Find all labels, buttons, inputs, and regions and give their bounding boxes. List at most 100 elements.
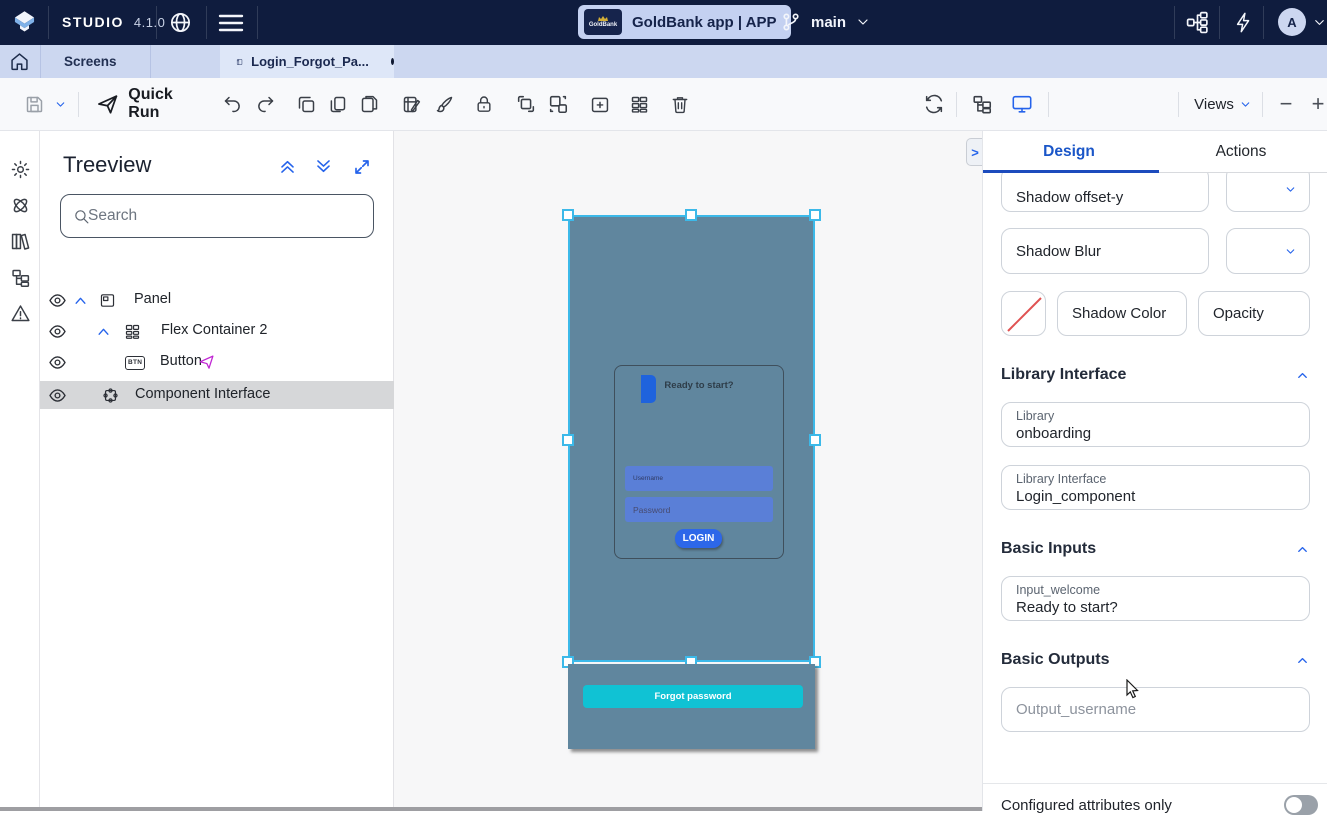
settings-gear-icon[interactable] bbox=[10, 159, 31, 180]
page-icon bbox=[236, 54, 243, 70]
design-canvas[interactable]: Ready to start? Username Password LOGIN … bbox=[394, 131, 982, 811]
ungroup-button[interactable] bbox=[544, 78, 571, 130]
collapse-chevron-icon[interactable] bbox=[74, 295, 87, 306]
tree-item-button[interactable]: BTN Button bbox=[40, 349, 394, 376]
username-input[interactable]: Username bbox=[625, 466, 773, 491]
library-interface-field[interactable]: Library Interface Login_component bbox=[1001, 465, 1310, 510]
sitemap-icon[interactable] bbox=[1185, 10, 1210, 35]
flex-container-icon bbox=[124, 323, 141, 340]
lock-button[interactable] bbox=[471, 78, 497, 130]
panel-icon bbox=[99, 292, 116, 309]
selection-handle[interactable] bbox=[562, 209, 574, 221]
section-chevron-up-icon[interactable] bbox=[1295, 368, 1310, 383]
shadow-blur-field[interactable]: Shadow Blur bbox=[1001, 228, 1209, 274]
forgot-password-panel[interactable]: Forgot password bbox=[568, 664, 815, 749]
paint-brush-button[interactable] bbox=[431, 78, 457, 130]
save-options-chevron-icon[interactable] bbox=[50, 78, 70, 130]
section-chevron-up-icon[interactable] bbox=[1295, 542, 1310, 557]
studio-logo-icon[interactable] bbox=[11, 9, 38, 36]
warnings-icon[interactable] bbox=[10, 303, 31, 324]
login-card[interactable]: Ready to start? Username Password LOGIN bbox=[614, 365, 784, 559]
visibility-eye-icon[interactable] bbox=[48, 353, 67, 372]
app-switcher-pill[interactable]: GoldBank GoldBank app | APP bbox=[578, 5, 791, 39]
home-icon[interactable] bbox=[9, 51, 30, 72]
hierarchy-icon[interactable] bbox=[10, 267, 31, 288]
visibility-eye-icon[interactable] bbox=[48, 322, 67, 341]
components-grid-button[interactable] bbox=[626, 78, 653, 130]
goldbank-logo-text: GoldBank bbox=[589, 22, 617, 28]
search-input[interactable] bbox=[86, 206, 363, 226]
bolt-icon[interactable] bbox=[1233, 10, 1255, 35]
shadow-color-swatch-empty[interactable] bbox=[1001, 291, 1046, 336]
main-menu-icon[interactable] bbox=[218, 13, 244, 33]
globe-icon[interactable] bbox=[169, 11, 192, 34]
component-interface-icon bbox=[102, 387, 119, 404]
visibility-eye-icon[interactable] bbox=[48, 291, 67, 310]
account-menu[interactable]: A bbox=[1278, 8, 1327, 36]
undo-button[interactable] bbox=[219, 78, 245, 130]
tab-actions[interactable]: Actions bbox=[1155, 131, 1327, 173]
brand-name: STUDIO bbox=[62, 14, 124, 30]
inspector-panel: Shadow offset-y Shadow Blur Shadow Color… bbox=[982, 131, 1327, 811]
section-basic-outputs[interactable]: Basic Outputs bbox=[1001, 651, 1310, 669]
opacity-field[interactable]: Opacity bbox=[1198, 291, 1310, 336]
library-books-icon[interactable] bbox=[9, 231, 31, 252]
views-dropdown[interactable]: Views bbox=[1190, 78, 1256, 130]
configured-attributes-toggle[interactable] bbox=[1284, 795, 1318, 815]
tree-item-component-interface[interactable]: Component Interface bbox=[40, 381, 394, 409]
treeview-panel: Treeview Panel Flex Cont bbox=[40, 131, 394, 811]
section-chevron-up-icon[interactable] bbox=[1295, 653, 1310, 668]
add-folder-button[interactable] bbox=[586, 78, 613, 130]
shadow-offset-y-field[interactable]: Shadow offset-y bbox=[1001, 167, 1209, 212]
group-button[interactable] bbox=[512, 78, 539, 130]
section-library-interface[interactable]: Library Interface bbox=[1001, 366, 1310, 384]
password-input[interactable]: Password bbox=[625, 497, 773, 522]
resize-drag-tab[interactable] bbox=[641, 375, 656, 403]
library-field[interactable]: Library onboarding bbox=[1001, 402, 1310, 447]
treeview-toggle-button[interactable] bbox=[968, 78, 996, 130]
duplicate-button[interactable] bbox=[293, 78, 319, 130]
tree-item-flex-container[interactable]: Flex Container 2 bbox=[40, 318, 394, 345]
collapse-chevron-icon[interactable] bbox=[97, 326, 110, 337]
account-chevron-down-icon bbox=[1312, 15, 1327, 30]
tab-design[interactable]: Design bbox=[983, 131, 1155, 173]
login-button[interactable]: LOGIN bbox=[675, 529, 722, 548]
brand-version: 4.1.0 bbox=[134, 15, 165, 30]
save-button[interactable] bbox=[20, 78, 48, 130]
delete-button[interactable] bbox=[666, 78, 693, 130]
forgot-password-button[interactable]: Forgot password bbox=[583, 685, 803, 708]
inspector-collapse-button[interactable]: > bbox=[966, 138, 983, 166]
paste-button[interactable] bbox=[356, 78, 382, 130]
left-icon-strip bbox=[0, 131, 40, 811]
output-username-field[interactable]: Output_username bbox=[1001, 687, 1310, 732]
collapse-all-icon[interactable] bbox=[278, 157, 297, 176]
quick-run-button[interactable]: Quick Run bbox=[96, 78, 206, 130]
selected-screen-panel[interactable]: Ready to start? Username Password LOGIN bbox=[568, 215, 815, 662]
tree-item-panel[interactable]: Panel bbox=[40, 287, 394, 314]
selection-handle[interactable] bbox=[809, 209, 821, 221]
zoom-out-button[interactable]: − bbox=[1274, 78, 1298, 130]
expand-all-icon[interactable] bbox=[314, 157, 333, 176]
logic-atom-icon[interactable] bbox=[10, 195, 31, 216]
tab-login-forgot-page[interactable]: Login_Forgot_Pa... bbox=[220, 45, 394, 78]
copy-button[interactable] bbox=[324, 78, 350, 130]
expand-panel-icon[interactable] bbox=[353, 158, 371, 176]
device-preview-button[interactable] bbox=[1008, 78, 1036, 130]
visibility-eye-icon[interactable] bbox=[48, 386, 67, 405]
input-welcome-field[interactable]: Input_welcome Ready to start? bbox=[1001, 576, 1310, 621]
branch-selector[interactable]: main bbox=[780, 9, 871, 35]
horizontal-scrollbar[interactable] bbox=[0, 807, 982, 811]
shadow-blur-unit-select[interactable] bbox=[1226, 228, 1310, 274]
select-chevron-icon bbox=[1284, 183, 1297, 196]
redo-button[interactable] bbox=[252, 78, 278, 130]
selection-handle[interactable] bbox=[562, 434, 574, 446]
copy-style-button[interactable] bbox=[398, 78, 424, 130]
section-basic-inputs[interactable]: Basic Inputs bbox=[1001, 540, 1310, 558]
send-icon bbox=[96, 92, 119, 116]
refresh-button[interactable] bbox=[920, 78, 947, 130]
zoom-in-button[interactable]: + bbox=[1306, 78, 1327, 130]
shadow-color-field[interactable]: Shadow Color bbox=[1057, 291, 1187, 336]
selection-handle[interactable] bbox=[685, 209, 697, 221]
screens-tab[interactable]: Screens bbox=[64, 54, 117, 69]
selection-handle[interactable] bbox=[809, 434, 821, 446]
